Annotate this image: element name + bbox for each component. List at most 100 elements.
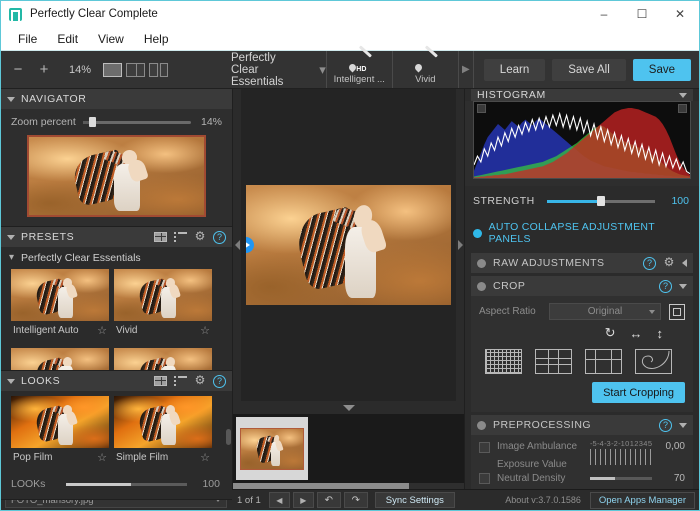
preset-thumbnail[interactable] [11, 269, 109, 321]
grid-fine-icon[interactable] [485, 349, 522, 374]
look-item[interactable]: Simple Film ☆ [114, 396, 212, 470]
triangle-down-icon[interactable] [679, 92, 687, 98]
save-all-button[interactable]: Save All [552, 58, 626, 81]
main-photo[interactable] [246, 185, 451, 305]
raw-adjustments-header[interactable]: RAW ADJUSTMENTS ? ⚙ [471, 253, 693, 273]
preset-thumbnail[interactable] [11, 348, 109, 370]
strength-slider[interactable] [547, 196, 655, 206]
help-icon[interactable]: ? [659, 418, 672, 432]
checkbox-icon[interactable] [479, 442, 490, 453]
preset-item-partial[interactable] [11, 348, 109, 370]
triangle-left-icon[interactable] [682, 259, 687, 267]
menu-help[interactable]: Help [135, 29, 178, 49]
learn-button[interactable]: Learn [483, 58, 546, 81]
neutral-density-slider[interactable] [590, 477, 652, 480]
grid-view-icon[interactable] [154, 232, 167, 242]
aspect-ratio-select[interactable]: Original [549, 303, 661, 320]
navigator-header[interactable]: NAVIGATOR [1, 89, 232, 109]
presets-group-row[interactable]: ▾ Perfectly Clear Essentials [1, 247, 232, 269]
collapse-left-panel-handle[interactable] [233, 89, 241, 401]
golden-spiral-icon[interactable] [635, 349, 672, 374]
save-button[interactable]: Save [632, 58, 691, 81]
looks-header[interactable]: LOOKS ⚙ ? [1, 371, 232, 391]
histogram-chart[interactable] [473, 101, 691, 179]
preset-item-partial[interactable] [114, 348, 212, 370]
star-outline-icon[interactable]: ☆ [97, 324, 107, 337]
zoom-percent-slider[interactable] [82, 117, 191, 127]
help-icon[interactable]: ? [659, 279, 672, 293]
zoom-out-icon[interactable]: − [9, 61, 27, 79]
menu-edit[interactable]: Edit [48, 29, 87, 49]
help-icon[interactable]: ? [213, 374, 226, 388]
star-outline-icon[interactable]: ☆ [200, 451, 210, 464]
sync-settings-button[interactable]: Sync Settings [374, 492, 455, 508]
triangle-down-icon[interactable] [7, 234, 15, 240]
image-canvas[interactable] [233, 89, 464, 401]
looks-scrollbar[interactable] [226, 429, 231, 445]
menu-view[interactable]: View [89, 29, 133, 49]
look-thumbnail[interactable] [114, 396, 212, 448]
list-view-icon[interactable] [174, 232, 187, 242]
dual-view-icon[interactable] [149, 62, 168, 77]
preset-item[interactable]: Vivid ☆ [114, 269, 212, 343]
star-outline-icon[interactable]: ☆ [97, 451, 107, 464]
filmstrip-scrollbar[interactable] [233, 483, 464, 489]
prev-image-button[interactable]: ◀ [268, 492, 290, 508]
filmstrip-item[interactable] [236, 417, 308, 480]
presets-header[interactable]: PRESETS ⚙ ? [1, 227, 232, 247]
help-icon[interactable]: ? [213, 230, 226, 244]
shadow-clip-toggle[interactable] [477, 104, 486, 113]
collapse-right-panel-handle[interactable] [456, 89, 464, 401]
single-view-icon[interactable] [103, 62, 122, 77]
auto-collapse-toggle[interactable]: AUTO COLLAPSE ADJUSTMENT PANELS [465, 216, 699, 253]
minimize-button[interactable]: – [585, 1, 623, 27]
maximize-button[interactable]: ☐ [623, 1, 661, 27]
preprocessing-header[interactable]: PREPROCESSING ? [471, 415, 693, 435]
filmstrip-toggle[interactable] [233, 401, 464, 414]
preset-thumbnail[interactable] [114, 348, 212, 370]
gear-icon[interactable]: ⚙ [194, 230, 206, 243]
look-thumbnail[interactable] [11, 396, 109, 448]
triangle-down-icon[interactable] [679, 422, 687, 428]
crop-header[interactable]: CROP ? [471, 276, 693, 296]
exposure-value-ruler[interactable]: -5 -4 -3 -2 -1 0 1 2 3 4 5 [590, 439, 652, 467]
list-view-icon[interactable] [174, 376, 187, 386]
star-outline-icon[interactable]: ☆ [200, 324, 210, 337]
checkbox-icon[interactable] [479, 473, 490, 484]
histogram-header[interactable]: HISTOGRAM [471, 89, 693, 101]
next-image-button[interactable]: ▶ [292, 492, 314, 508]
close-button[interactable]: ✕ [661, 1, 699, 27]
looks-slider[interactable] [66, 482, 187, 486]
gear-icon[interactable]: ⚙ [663, 256, 675, 269]
triangle-down-icon[interactable] [7, 378, 15, 384]
redo-button[interactable]: ↷ [343, 492, 368, 508]
toolbar-preset-vivid[interactable]: Vivid [393, 44, 459, 88]
chevron-right-icon[interactable]: ▶ [459, 51, 473, 88]
grid-thirds-icon[interactable] [535, 349, 572, 374]
rotate-icon[interactable]: ↻ [605, 325, 616, 341]
split-view-icon[interactable] [126, 62, 145, 77]
start-cropping-button[interactable]: Start Cropping [592, 382, 685, 403]
crop-icon[interactable] [669, 303, 685, 320]
open-apps-manager-button[interactable]: Open Apps Manager [589, 491, 695, 509]
undo-button[interactable]: ↶ [316, 492, 341, 508]
gear-icon[interactable]: ⚙ [194, 374, 206, 387]
chevron-down-icon[interactable]: ▾ [9, 253, 14, 263]
navigator-thumbnail[interactable] [27, 135, 206, 217]
triangle-down-icon[interactable] [7, 96, 15, 102]
toolbar-preset-selector[interactable]: Perfectly Clear Essentials ▾ [231, 51, 326, 88]
grid-view-icon[interactable] [154, 376, 167, 386]
chevron-down-icon[interactable]: ▾ [319, 62, 326, 78]
toolbar-preset-intelligent[interactable]: HD Intelligent ... [327, 44, 393, 88]
triangle-down-icon[interactable] [679, 283, 687, 289]
look-item[interactable]: Pop Film ☆ [11, 396, 109, 470]
preset-thumbnail[interactable] [114, 269, 212, 321]
grid-quad-icon[interactable] [585, 349, 622, 374]
flip-horizontal-icon[interactable]: ↔ [630, 326, 643, 341]
help-icon[interactable]: ? [643, 256, 656, 270]
highlight-clip-toggle[interactable] [678, 104, 687, 113]
zoom-in-icon[interactable]: + [35, 61, 53, 79]
preset-item[interactable]: Intelligent Auto ☆ [11, 269, 109, 343]
flip-vertical-icon[interactable]: ↕ [657, 326, 664, 341]
menu-file[interactable]: File [9, 29, 46, 49]
